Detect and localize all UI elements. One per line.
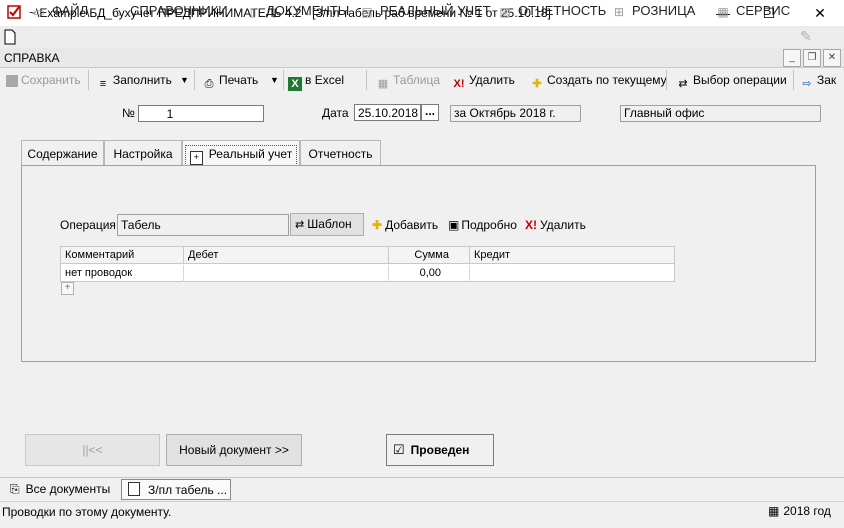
entries-grid: Комментарий Дебет Сумма Кредит нет прово… <box>60 246 675 282</box>
close-doc-button[interactable]: ⇨ Зак <box>800 71 836 90</box>
toolbar-separator <box>88 70 89 90</box>
excel-button[interactable]: Xв Excel <box>288 71 344 91</box>
add-entry-button[interactable]: ✚ Добавить <box>372 218 438 232</box>
menu-bar <box>0 26 844 48</box>
delete-icon: X! <box>525 218 537 232</box>
documents-icon: ⎘ <box>10 482 20 496</box>
task-all-documents[interactable]: ⎘ Все документы <box>4 479 116 500</box>
create-from-current-button[interactable]: ✚ Создать по текущему <box>530 71 666 90</box>
tab-content[interactable]: Содержание <box>21 140 104 166</box>
operation-icon: ⇄ <box>678 78 688 90</box>
fill-dropdown-icon[interactable]: ▼ <box>180 71 189 89</box>
printer-icon: ⎙ <box>204 78 214 90</box>
save-button[interactable]: Сохранить <box>6 71 81 89</box>
table-cell-comment[interactable]: нет проводок <box>61 265 184 282</box>
menu-directories[interactable]: ⌂ СПРАВОЧНИКИ <box>110 3 227 19</box>
first-document-button[interactable]: ||<< <box>25 434 160 466</box>
menu-file[interactable]: ▭ ФАЙЛ <box>32 3 88 19</box>
toolbar-separator <box>793 70 794 90</box>
menu-retail[interactable]: ⊞ РОЗНИЦА <box>612 3 695 19</box>
toolbar-separator <box>366 70 367 90</box>
fill-icon: ≡ <box>99 78 107 90</box>
menu-real-accounting[interactable]: ▤ РЕАЛЬНЫЙ УЧЕТ <box>360 3 490 19</box>
number-field[interactable]: 1 <box>138 105 264 122</box>
delete-icon: X! <box>453 78 465 90</box>
operation-field: Табель <box>117 214 289 236</box>
sub-menu-bar <box>0 48 844 68</box>
save-icon <box>6 75 18 87</box>
print-button[interactable]: ⎙ Печать <box>202 71 259 90</box>
column-header-sum[interactable]: Сумма <box>389 247 470 264</box>
exit-icon: ⇨ <box>802 78 812 90</box>
toolbar-separator <box>283 70 284 90</box>
status-text: Проводки по этому документу. <box>2 505 172 519</box>
mdi-close-button[interactable]: ✕ <box>823 49 841 67</box>
toolbar-separator <box>666 70 667 90</box>
menu-service[interactable]: ▦ СЕРВИС <box>716 3 790 19</box>
details-button[interactable]: ▣ Подробно <box>448 218 517 232</box>
plus-icon: ✚ <box>372 218 383 232</box>
ledger-icon: + <box>189 151 203 165</box>
delete-entry-button[interactable]: X! Удалить <box>525 218 586 232</box>
excel-icon: X <box>288 77 302 91</box>
menu-documents[interactable]: ▯ ДОКУМЕНТЫ <box>246 3 350 19</box>
column-header-credit[interactable]: Кредит <box>470 247 674 264</box>
folder-icon: ▭ <box>33 5 45 19</box>
report-icon: ▧ <box>499 5 511 19</box>
cart-icon: ⊞ <box>613 5 625 19</box>
close-button[interactable]: ✕ <box>797 0 843 26</box>
tools-icon[interactable]: ✎ <box>800 28 812 45</box>
tab-reports[interactable]: Отчетность <box>300 140 381 166</box>
table-cell-credit[interactable] <box>470 265 674 282</box>
column-header-comment[interactable]: Комментарий <box>61 247 184 264</box>
fill-button[interactable]: ≡ Заполнить <box>96 71 172 90</box>
mdi-restore-button[interactable]: ❐ <box>803 49 821 67</box>
expand-row-button[interactable]: + <box>61 282 74 295</box>
checkbox-icon: ☑ <box>393 442 405 457</box>
print-dropdown-icon[interactable]: ▼ <box>270 71 279 89</box>
table-cell-sum[interactable]: 0,00 <box>389 265 470 282</box>
menu-help[interactable]: СПРАВКА <box>4 51 60 65</box>
details-icon: ▣ <box>448 218 460 232</box>
document-icon <box>128 482 140 496</box>
ledger-icon: ▤ <box>361 5 373 19</box>
column-header-debit[interactable]: Дебет <box>184 247 389 264</box>
tab-settings[interactable]: Настройка <box>104 140 182 166</box>
task-current-document[interactable]: З/пл табель ... <box>121 479 231 500</box>
new-document-icon[interactable] <box>4 29 18 45</box>
toolbar-separator <box>194 70 195 90</box>
table-button[interactable]: ▦ Таблица <box>376 71 440 90</box>
period-field: за Октябрь 2018 г. <box>450 105 581 122</box>
plus-icon: ✚ <box>532 78 542 90</box>
select-operation-button[interactable]: ⇄ Выбор операции <box>676 71 786 90</box>
date-picker-button[interactable]: ... <box>421 104 439 121</box>
app-checkbox-icon <box>7 5 21 19</box>
calendar-icon: ▦ <box>768 504 780 518</box>
new-document-button[interactable]: Новый документ >> <box>166 434 302 466</box>
operation-label: Операция <box>60 218 116 232</box>
posted-checkbox[interactable]: ☑ Проведен <box>386 434 494 466</box>
template-button[interactable]: ⇄ Шаблон <box>290 213 364 236</box>
table-icon: ▦ <box>377 78 389 90</box>
service-icon: ▦ <box>717 5 729 19</box>
table-cell-debit[interactable] <box>184 265 389 282</box>
document-icon: ▯ <box>249 5 257 19</box>
date-label: Дата <box>322 106 349 120</box>
delete-button[interactable]: X! Удалить <box>452 71 515 90</box>
year-indicator[interactable]: ▦ 2018 год <box>768 504 831 518</box>
tab-real-accounting[interactable]: + Реальный учет <box>182 140 300 166</box>
menu-reports[interactable]: ▧ ОТЧЕТНОСТЬ <box>498 3 606 19</box>
template-icon: ⇄ <box>295 219 305 231</box>
number-label: № <box>122 106 135 120</box>
mdi-minimize-button[interactable]: _ <box>783 49 801 67</box>
date-field[interactable]: 25.10.2018 <box>354 104 421 121</box>
office-field: Главный офис <box>620 105 821 122</box>
house-icon: ⌂ <box>113 5 121 19</box>
